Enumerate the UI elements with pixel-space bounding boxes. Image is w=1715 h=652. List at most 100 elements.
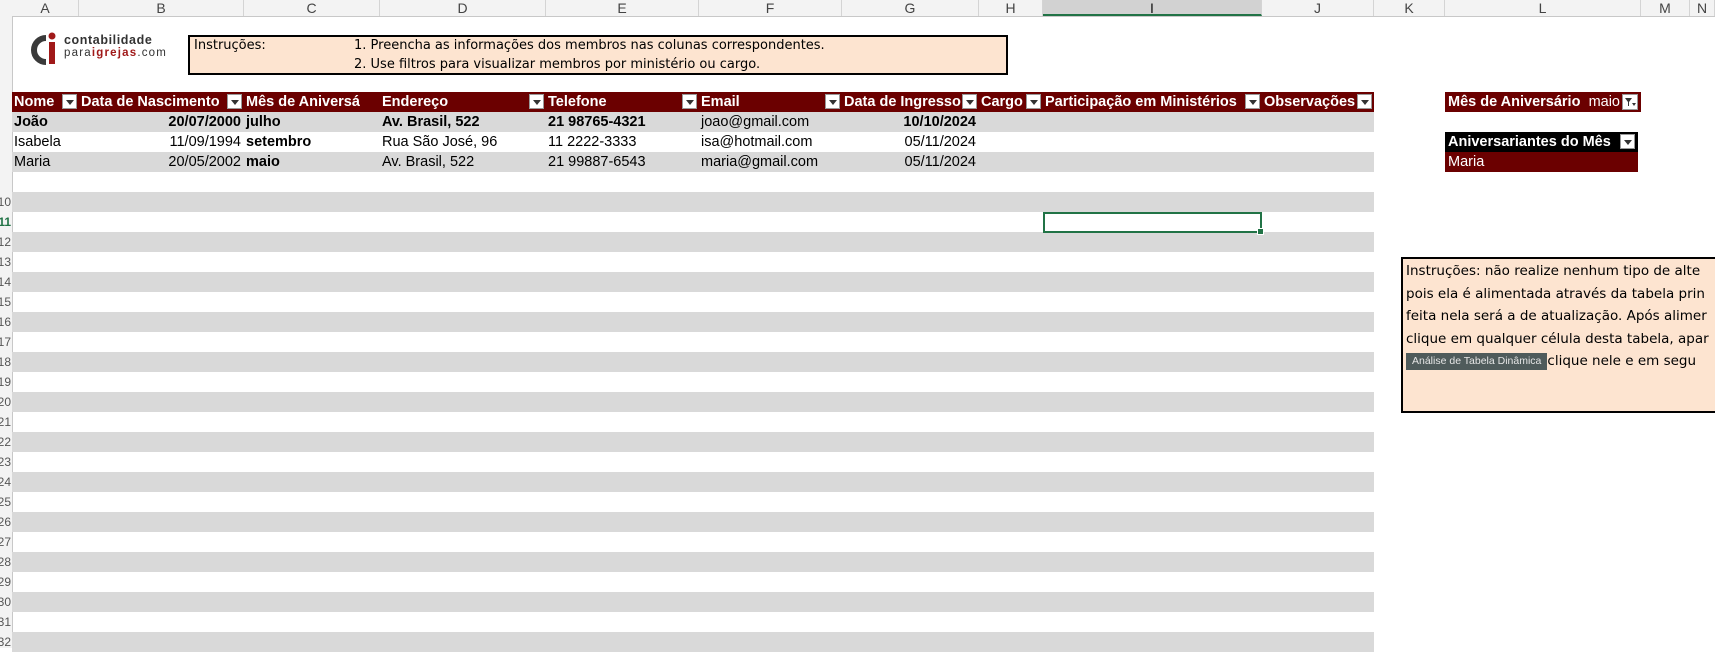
filter-dropdown-icon[interactable]: [62, 94, 77, 109]
cell-telefone[interactable]: 21 99887-6543: [546, 152, 699, 172]
cell-endereco[interactable]: Av. Brasil, 522: [380, 112, 546, 132]
cell-nome[interactable]: João: [12, 112, 79, 132]
pivot-filter[interactable]: Mês de Aniversário maio: [1445, 92, 1641, 112]
cell-data-ingresso[interactable]: 05/11/2024: [842, 152, 979, 172]
filter-funnel-icon[interactable]: [1622, 94, 1638, 110]
row-number[interactable]: 32: [0, 632, 11, 648]
row-number[interactable]: 19: [0, 372, 11, 392]
header-cargo[interactable]: Cargo: [979, 92, 1026, 112]
row-number[interactable]: 29: [0, 572, 11, 592]
header-telefone[interactable]: Telefone: [546, 92, 683, 112]
row-number[interactable]: 23: [0, 452, 11, 472]
cell-telefone[interactable]: 11 2222-3333: [546, 132, 699, 152]
column-header-n[interactable]: N: [1690, 0, 1715, 16]
header-data-nascimento[interactable]: Data de Nascimento: [79, 92, 227, 112]
table-band: [12, 272, 1374, 292]
row-number[interactable]: 17: [0, 332, 11, 352]
cell-mes[interactable]: julho: [244, 112, 380, 132]
row-number[interactable]: 14: [0, 272, 11, 292]
column-header-g[interactable]: G: [842, 0, 979, 16]
cell-data-nascimento[interactable]: 20/05/2002: [79, 152, 244, 172]
filter-dropdown-icon[interactable]: [682, 94, 697, 109]
column-header-k[interactable]: K: [1374, 0, 1445, 16]
header-endereco[interactable]: Endereço: [380, 92, 529, 112]
cell-data-nascimento[interactable]: 20/07/2000: [79, 112, 244, 132]
table-band: [12, 472, 1374, 492]
instruction-line-2: 2. Use filtros para visualizar membros p…: [354, 57, 761, 72]
row-number[interactable]: 24: [0, 472, 11, 492]
header-email[interactable]: Email: [699, 92, 825, 112]
instructions-label: Instruções:: [194, 38, 266, 53]
cell-email[interactable]: maria@gmail.com: [699, 152, 842, 172]
cell-data-nascimento[interactable]: 11/09/1994: [79, 132, 244, 152]
header-mes-aniversario[interactable]: Mês de Aniversá: [244, 92, 380, 112]
row-number[interactable]: 18: [0, 352, 11, 372]
pivot-value: Maria: [1448, 154, 1485, 170]
row-number[interactable]: 21: [0, 412, 11, 432]
row-number[interactable]: 10: [0, 192, 11, 212]
filter-dropdown-icon[interactable]: [1620, 134, 1635, 149]
pivot-table-header[interactable]: Aniversariantes do Mês: [1445, 132, 1638, 152]
row-number[interactable]: 11: [0, 212, 11, 232]
filter-dropdown-icon[interactable]: [1357, 94, 1372, 109]
row-number[interactable]: 16: [0, 312, 11, 332]
cell-nome[interactable]: Isabela: [12, 132, 79, 152]
row-number[interactable]: 30: [0, 592, 11, 612]
instruction-line-1: 1. Preencha as informações dos membros n…: [354, 38, 825, 53]
column-header-bar: A B C D E F G H I J K L M N: [0, 0, 1715, 17]
header-data-ingresso[interactable]: Data de Ingresso: [842, 92, 962, 112]
cell-nome[interactable]: Maria: [12, 152, 79, 172]
cell-email[interactable]: isa@hotmail.com: [699, 132, 842, 152]
filter-dropdown-icon[interactable]: [1245, 94, 1260, 109]
header-observacoes[interactable]: Observações: [1262, 92, 1357, 112]
row-number[interactable]: 25: [0, 492, 11, 512]
row-number[interactable]: 31: [0, 612, 11, 632]
column-header-j[interactable]: J: [1262, 0, 1374, 16]
row-number[interactable]: 26: [0, 512, 11, 532]
column-header-f[interactable]: F: [699, 0, 842, 16]
instructions-box: Instruções: 1. Preencha as informações d…: [188, 35, 1008, 75]
cell-telefone[interactable]: 21 98765-4321: [546, 112, 699, 132]
column-header-c[interactable]: C: [244, 0, 380, 16]
row-number[interactable]: 15: [0, 292, 11, 312]
column-header-a[interactable]: A: [12, 0, 79, 16]
cell-data-ingresso[interactable]: 10/10/2024: [842, 112, 979, 132]
filter-dropdown-icon[interactable]: [529, 94, 544, 109]
filter-dropdown-icon[interactable]: [825, 94, 840, 109]
table-band: [12, 632, 1374, 652]
filter-dropdown-icon[interactable]: [227, 94, 242, 109]
column-header-e[interactable]: E: [546, 0, 699, 16]
row-number[interactable]: 12: [0, 232, 11, 252]
cell-data-ingresso[interactable]: 05/11/2024: [842, 132, 979, 152]
logo-line2: paraigrejas.com: [64, 47, 168, 59]
filter-dropdown-icon[interactable]: [962, 94, 977, 109]
pivot-analysis-tab-chip: Análise de Tabela Dinâmica: [1406, 352, 1548, 370]
column-header-h[interactable]: H: [979, 0, 1043, 16]
pivot-value-cell[interactable]: Maria: [1445, 152, 1638, 172]
table-band: [12, 192, 1374, 212]
column-header-m[interactable]: M: [1641, 0, 1690, 16]
row-number[interactable]: 22: [0, 432, 11, 452]
cell-mes[interactable]: setembro: [244, 132, 380, 152]
header-participacao-ministerios[interactable]: Participação em Ministérios: [1043, 92, 1245, 112]
row-number[interactable]: 28: [0, 552, 11, 572]
cell-endereco[interactable]: Av. Brasil, 522: [380, 152, 546, 172]
row-number[interactable]: 20: [0, 392, 11, 412]
column-header-l[interactable]: L: [1445, 0, 1641, 16]
table-band: [12, 592, 1374, 612]
row-number[interactable]: 27: [0, 532, 11, 552]
filter-dropdown-icon[interactable]: [1026, 94, 1041, 109]
column-header-i[interactable]: I: [1043, 0, 1262, 16]
cell-email[interactable]: joao@gmail.com: [699, 112, 842, 132]
pivot-instructions-line: clique em qualquer célula desta tabela, …: [1406, 330, 1709, 347]
column-header-b[interactable]: B: [79, 0, 244, 16]
table-band: [12, 392, 1374, 412]
pivot-filter-label: Mês de Aniversário: [1448, 94, 1581, 110]
selected-cell[interactable]: [1043, 212, 1264, 235]
column-header-d[interactable]: D: [380, 0, 546, 16]
cell-endereco[interactable]: Rua São José, 96: [380, 132, 546, 152]
table-band: [12, 512, 1374, 532]
row-number[interactable]: 13: [0, 252, 11, 272]
cell-mes[interactable]: maio: [244, 152, 380, 172]
pivot-instructions-line: feita nela será a de atualização. Após a…: [1406, 308, 1707, 324]
